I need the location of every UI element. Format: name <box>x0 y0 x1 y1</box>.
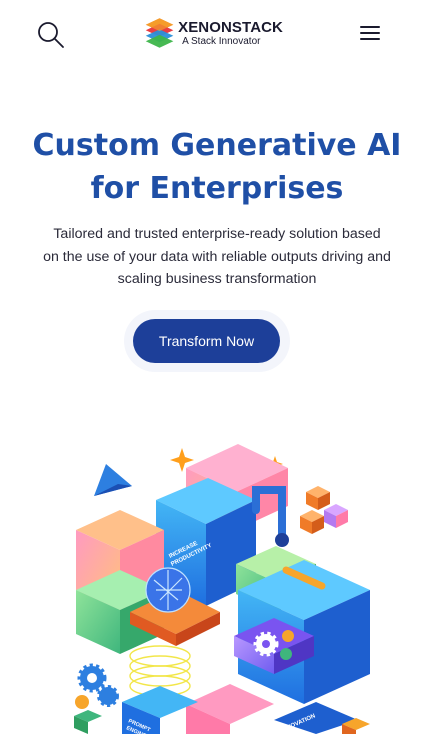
hero-title: Custom Generative AI for Enterprises <box>0 124 434 210</box>
gear-icon <box>280 648 292 660</box>
hero-illustration: INCREASE PRODUCTIVITY PROMPT INNOVATION <box>74 444 370 734</box>
search-icon <box>38 22 64 48</box>
gear-icon <box>75 695 89 709</box>
site-logo[interactable]: XENONSTACK A Stack Innovator <box>143 14 283 52</box>
hero-title-line-2: for Enterprises <box>90 171 344 206</box>
site-header: XENONSTACK A Stack Innovator <box>0 0 434 68</box>
gear-icon <box>282 630 294 642</box>
logo-tagline: A Stack Innovator <box>182 35 261 47</box>
hamburger-menu-icon <box>360 26 380 28</box>
xenonstack-logo-icon <box>145 18 174 48</box>
search-button[interactable] <box>36 20 66 50</box>
hero-description: Tailored and trusted enterprise-ready so… <box>43 226 391 287</box>
menu-button[interactable] <box>358 24 382 44</box>
transform-now-button[interactable]: Transform Now <box>133 319 280 363</box>
logo-name: XENONSTACK <box>178 18 283 36</box>
gear-icon <box>97 685 119 707</box>
paper-plane-icon <box>94 464 132 496</box>
hero-title-line-1: Custom Generative AI <box>32 128 402 163</box>
